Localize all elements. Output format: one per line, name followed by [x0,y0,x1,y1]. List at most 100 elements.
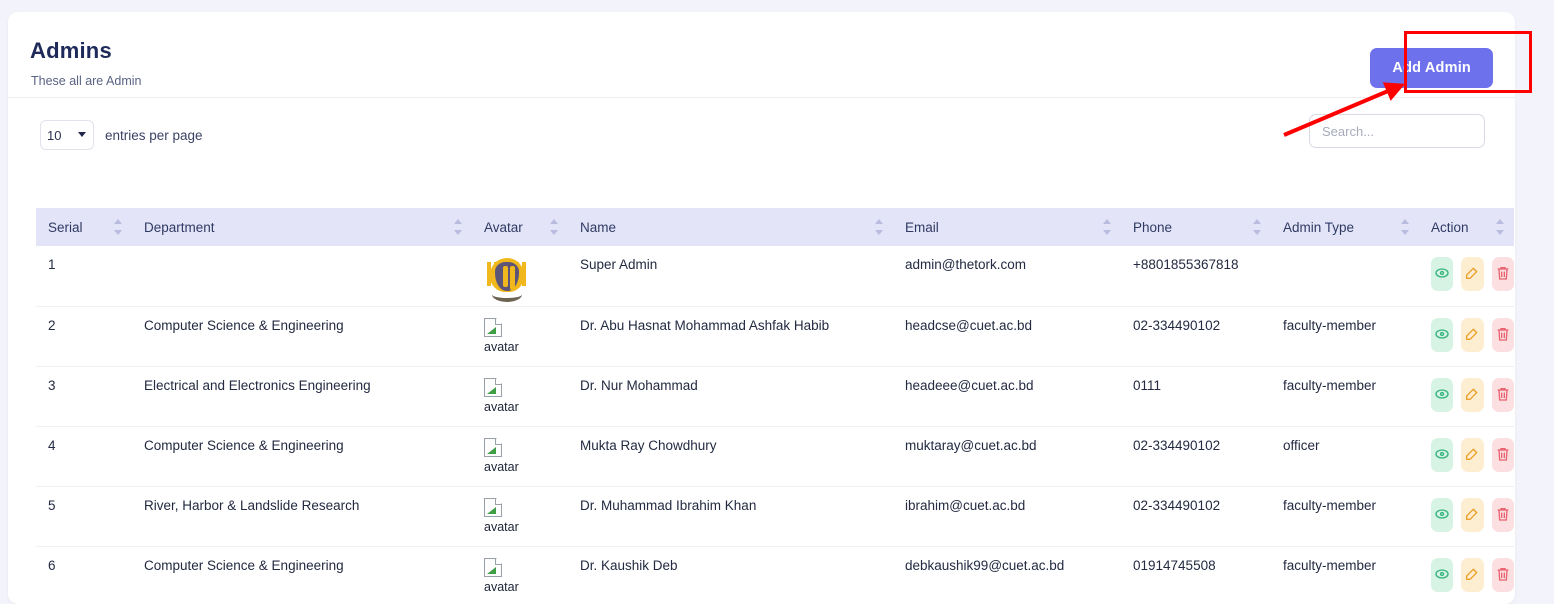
cell-name: Dr. Nur Mohammad [568,367,893,427]
table-row: 6Computer Science & EngineeringavatarDr.… [36,547,1514,604]
column-header-department[interactable]: Department [132,208,472,246]
eye-icon [1434,446,1450,465]
edit-button[interactable] [1461,558,1483,592]
sort-icon[interactable] [1253,219,1261,235]
column-header-avatar[interactable]: Avatar [472,208,568,246]
view-button[interactable] [1431,558,1453,592]
eye-icon [1434,265,1450,284]
cell-avatar: avatar [472,367,568,427]
sort-icon[interactable] [1401,219,1409,235]
column-header-action[interactable]: Action [1419,208,1514,246]
entries-select-wrapper: 10 [40,120,94,150]
view-button[interactable] [1431,498,1453,532]
table-row: 5River, Harbor & Landslide Researchavata… [36,487,1514,547]
avatar-broken-image: avatar [484,558,532,594]
trash-icon [1495,446,1511,465]
cell-admin-type: officer [1271,427,1419,487]
entries-per-page-label: entries per page [105,128,203,143]
edit-icon [1464,386,1480,405]
sort-icon[interactable] [1496,219,1504,235]
broken-image-icon [484,438,502,457]
column-label: Phone [1133,220,1172,235]
edit-button[interactable] [1461,378,1483,412]
cell-admin-type [1271,246,1419,307]
edit-icon [1464,265,1480,284]
edit-button[interactable] [1461,318,1483,352]
cell-phone: 02-334490102 [1121,487,1271,547]
table-controls: 10 entries per page [8,98,1515,164]
row-action-group [1431,498,1514,532]
avatar-broken-image: avatar [484,498,532,534]
delete-button[interactable] [1492,378,1514,412]
column-label: Serial [48,220,83,235]
delete-button[interactable] [1492,438,1514,472]
cell-department: River, Harbor & Landslide Research [132,487,472,547]
column-header-name[interactable]: Name [568,208,893,246]
cell-admin-type: faculty-member [1271,307,1419,367]
column-header-email[interactable]: Email [893,208,1121,246]
cell-email: muktaray@cuet.ac.bd [893,427,1121,487]
row-action-group [1431,558,1514,592]
avatar-alt-text: avatar [484,520,519,534]
cell-phone: +8801855367818 [1121,246,1271,307]
cell-serial: 1 [36,246,132,307]
broken-image-icon [484,318,502,337]
cell-action [1419,427,1514,487]
cell-avatar [472,246,568,307]
delete-button[interactable] [1492,498,1514,532]
edit-button[interactable] [1461,498,1483,532]
eye-icon [1434,566,1450,585]
sort-icon[interactable] [114,219,122,235]
edit-button[interactable] [1461,438,1483,472]
entries-per-page-select[interactable]: 10 [40,120,94,150]
cell-name: Dr. Kaushik Deb [568,547,893,604]
sort-icon[interactable] [454,219,462,235]
view-button[interactable] [1431,257,1453,291]
trash-icon [1495,326,1511,345]
admins-table: Serial Department Avatar Name [36,208,1514,604]
cell-avatar: avatar [472,487,568,547]
column-label: Name [580,220,616,235]
cell-email: headcse@cuet.ac.bd [893,307,1121,367]
card-header: Admins These all are Admin Add Admin [8,12,1515,98]
delete-button[interactable] [1492,318,1514,352]
column-label: Admin Type [1283,220,1354,235]
cell-admin-type: faculty-member [1271,367,1419,427]
edit-icon [1464,566,1480,585]
table-row: 1Super Adminadmin@thetork.com+8801855367… [36,246,1514,307]
edit-button[interactable] [1461,257,1483,291]
trash-icon [1495,566,1511,585]
cell-avatar: avatar [472,307,568,367]
cell-department [132,246,472,307]
cell-action [1419,367,1514,427]
sort-icon[interactable] [875,219,883,235]
broken-image-icon [484,498,502,517]
add-admin-button[interactable]: Add Admin [1370,48,1493,88]
search-input[interactable] [1309,114,1485,148]
view-button[interactable] [1431,438,1453,472]
column-label: Action [1431,220,1469,235]
cell-serial: 2 [36,307,132,367]
cell-name: Dr. Abu Hasnat Mohammad Ashfak Habib [568,307,893,367]
admins-card: Admins These all are Admin Add Admin 10 … [8,12,1515,604]
cell-department: Computer Science & Engineering [132,427,472,487]
view-button[interactable] [1431,318,1453,352]
column-header-admin-type[interactable]: Admin Type [1271,208,1419,246]
sort-icon[interactable] [1103,219,1111,235]
column-header-serial[interactable]: Serial [36,208,132,246]
sort-icon[interactable] [550,219,558,235]
edit-icon [1464,326,1480,345]
cell-name: Dr. Muhammad Ibrahim Khan [568,487,893,547]
avatar-alt-text: avatar [484,340,519,354]
row-action-group [1431,318,1514,352]
cell-department: Electrical and Electronics Engineering [132,367,472,427]
delete-button[interactable] [1492,558,1514,592]
view-button[interactable] [1431,378,1453,412]
column-header-phone[interactable]: Phone [1121,208,1271,246]
avatar-broken-image: avatar [484,318,532,354]
row-action-group [1431,438,1514,472]
cell-phone: 01914745508 [1121,547,1271,604]
avatar-alt-text: avatar [484,400,519,414]
avatar-alt-text: avatar [484,460,519,474]
delete-button[interactable] [1492,257,1514,291]
